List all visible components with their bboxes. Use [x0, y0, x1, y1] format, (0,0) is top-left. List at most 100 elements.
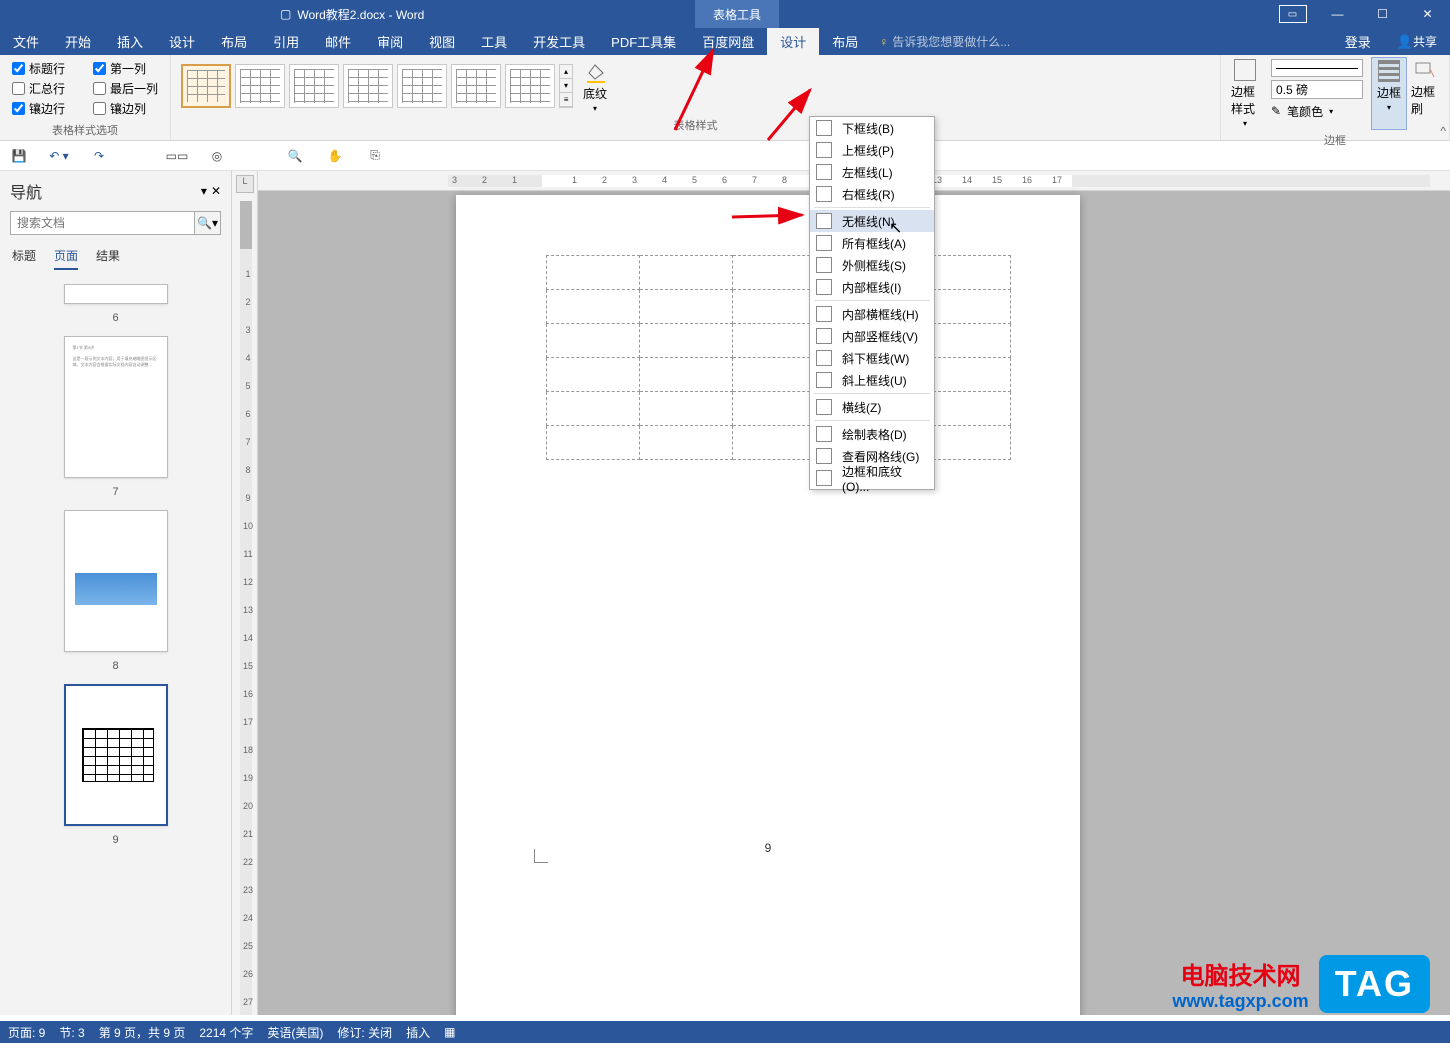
nav-dropdown-icon[interactable]: ▾: [201, 184, 207, 198]
dd-inside-h[interactable]: 内部横框线(H): [810, 303, 934, 325]
chk-last-col[interactable]: 最后一列: [93, 79, 158, 98]
status-words[interactable]: 2214 个字: [199, 1024, 253, 1041]
pen-weight[interactable]: 0.5 磅: [1271, 79, 1363, 99]
dd-inside-v[interactable]: 内部竖框线(V): [810, 325, 934, 347]
borders-button[interactable]: 边框▾: [1371, 57, 1407, 130]
chk-header-row[interactable]: 标题行: [12, 59, 65, 78]
dd-no-border[interactable]: 无框线(N): [810, 210, 934, 232]
menu-view[interactable]: 视图: [416, 28, 468, 55]
qat-btn-1[interactable]: ▭▭: [166, 145, 188, 167]
dd-bottom-border[interactable]: 下框线(B): [810, 117, 934, 139]
qat-btn-2[interactable]: ◎: [206, 145, 228, 167]
maximize-button[interactable]: ☐: [1360, 0, 1405, 28]
menu-table-layout[interactable]: 布局: [819, 28, 871, 55]
thumb-page-9[interactable]: [64, 684, 168, 826]
menu-file[interactable]: 文件: [0, 28, 52, 55]
tab-pages[interactable]: 页面: [54, 247, 78, 270]
dd-diag-up[interactable]: 斜上框线(U): [810, 369, 934, 391]
dd-left-border[interactable]: 左框线(L): [810, 161, 934, 183]
table-tools-tab[interactable]: 表格工具: [695, 0, 779, 28]
table-style-1[interactable]: [181, 64, 231, 108]
save-button[interactable]: 💾: [8, 145, 30, 167]
nav-close-icon[interactable]: ✕: [211, 184, 221, 198]
tab-headings[interactable]: 标题: [12, 247, 36, 270]
close-button[interactable]: ✕: [1405, 0, 1450, 28]
search-input[interactable]: [11, 212, 194, 234]
chk-first-col[interactable]: 第一列: [93, 59, 158, 78]
dd-borders-shading[interactable]: 边框和底纹(O)...: [810, 467, 934, 489]
status-track[interactable]: 修订: 关闭: [337, 1024, 392, 1041]
collapse-ribbon-icon[interactable]: ^: [1440, 124, 1446, 138]
menu-baidu[interactable]: 百度网盘: [689, 28, 767, 55]
pen-color[interactable]: ✎笔颜色 ▾: [1271, 101, 1363, 121]
nav-search[interactable]: 🔍▾: [10, 211, 221, 235]
menu-insert[interactable]: 插入: [104, 28, 156, 55]
chk-banded-row[interactable]: 镶边行: [12, 99, 65, 118]
chk-total-row[interactable]: 汇总行: [12, 79, 65, 98]
watermark-title: 电脑技术网: [1180, 956, 1300, 991]
menu-mailings[interactable]: 邮件: [312, 28, 364, 55]
status-macro-icon[interactable]: ▦: [444, 1025, 455, 1039]
table-style-3[interactable]: [289, 64, 339, 108]
status-lang[interactable]: 英语(美国): [267, 1024, 323, 1041]
dd-outside-borders[interactable]: 外侧框线(S): [810, 254, 934, 276]
qat-btn-3[interactable]: 🔍: [284, 145, 306, 167]
dd-diag-down[interactable]: 斜下框线(W): [810, 347, 934, 369]
qat-btn-4[interactable]: ✋: [324, 145, 346, 167]
menu-table-design[interactable]: 设计: [767, 28, 819, 55]
watermark: 电脑技术网 www.tagxp.com TAG: [1172, 955, 1430, 1013]
cursor-icon: ↖: [889, 218, 902, 238]
dd-all-borders[interactable]: 所有框线(A): [810, 232, 934, 254]
group-style-options: 标题行 汇总行 镶边行 第一列 最后一列 镶边列 表格样式选项: [0, 55, 171, 140]
menu-layout[interactable]: 布局: [208, 28, 260, 55]
table-style-4[interactable]: [343, 64, 393, 108]
menu-references[interactable]: 引用: [260, 28, 312, 55]
thumb-page-8[interactable]: [64, 510, 168, 652]
table-style-2[interactable]: [235, 64, 285, 108]
status-bar: 页面: 9 节: 3 第 9 页，共 9 页 2214 个字 英语(美国) 修订…: [0, 1021, 1450, 1043]
search-button[interactable]: 🔍▾: [194, 212, 220, 234]
chk-banded-col[interactable]: 镶边列: [93, 99, 158, 118]
menu-design-doc[interactable]: 设计: [156, 28, 208, 55]
menu-tools[interactable]: 工具: [468, 28, 520, 55]
status-page[interactable]: 页面: 9: [8, 1024, 45, 1041]
table-styles-label: 表格样式: [177, 115, 1214, 135]
borders-icon: [1378, 60, 1400, 82]
line-style-preview[interactable]: [1271, 59, 1363, 77]
ribbon-display-icon[interactable]: ▭: [1270, 0, 1315, 28]
tell-me-search[interactable]: ♀告诉我您想要做什么...: [879, 28, 1010, 55]
border-styles-button[interactable]: 边框样式▾: [1227, 57, 1263, 130]
status-section[interactable]: 节: 3: [59, 1024, 84, 1041]
menu-dev[interactable]: 开发工具: [520, 28, 598, 55]
dd-top-border[interactable]: 上框线(P): [810, 139, 934, 161]
dd-inside-borders[interactable]: 内部框线(I): [810, 276, 934, 298]
table-style-5[interactable]: [397, 64, 447, 108]
table-style-7[interactable]: [505, 64, 555, 108]
status-page-of[interactable]: 第 9 页，共 9 页: [99, 1024, 186, 1041]
dd-hline[interactable]: 横线(Z): [810, 396, 934, 418]
dd-right-border[interactable]: 右框线(R): [810, 183, 934, 205]
menu-review[interactable]: 审阅: [364, 28, 416, 55]
qat-btn-5[interactable]: ⎘: [364, 145, 386, 167]
border-painter-button[interactable]: 边框刷: [1407, 57, 1443, 130]
table-style-6[interactable]: [451, 64, 501, 108]
minimize-button[interactable]: —: [1315, 0, 1360, 28]
thumb-page-7[interactable]: 第1节 第9讲这是一段示例文本内容，用于填充缩略图显示区域。文本内容会根据实际文…: [64, 336, 168, 478]
login-link[interactable]: 登录: [1332, 28, 1384, 55]
dd-draw-table[interactable]: 绘制表格(D): [810, 423, 934, 445]
shading-button[interactable]: 底纹 ▾: [577, 55, 613, 117]
status-mode[interactable]: 插入: [406, 1024, 430, 1041]
tab-results[interactable]: 结果: [96, 247, 120, 270]
document-page[interactable]: 9: [456, 195, 1080, 1015]
thumb-page-6[interactable]: [64, 284, 168, 304]
menu-home[interactable]: 开始: [52, 28, 104, 55]
document-table[interactable]: [546, 255, 1011, 460]
table-styles-more[interactable]: ▴▾≡: [559, 64, 573, 108]
menu-pdf[interactable]: PDF工具集: [598, 28, 689, 55]
share-button[interactable]: 👤 共享: [1384, 28, 1450, 55]
ruler-corner: L: [236, 175, 254, 193]
border-styles-icon: [1234, 59, 1256, 81]
page-number: 9: [765, 841, 772, 855]
undo-button[interactable]: ↶ ▾: [48, 145, 70, 167]
redo-button[interactable]: ↷: [88, 145, 110, 167]
